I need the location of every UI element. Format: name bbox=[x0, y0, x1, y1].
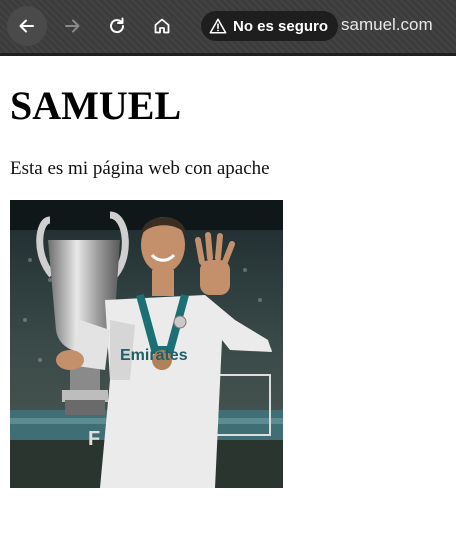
security-label: No es seguro bbox=[233, 17, 329, 35]
back-arrow-icon bbox=[19, 19, 34, 33]
home-icon bbox=[154, 18, 170, 34]
home-button[interactable] bbox=[142, 6, 182, 46]
reload-icon bbox=[110, 17, 125, 34]
sleeve-text: F bbox=[88, 428, 100, 450]
page-title: SAMUEL bbox=[10, 83, 182, 128]
back-button[interactable] bbox=[7, 6, 47, 46]
player-photo: Emirates F bbox=[10, 200, 283, 488]
forward-arrow-icon bbox=[65, 19, 80, 33]
forward-button[interactable] bbox=[52, 6, 92, 46]
warning-icon bbox=[209, 18, 227, 34]
browser-toolbar: No es seguro samuel.com bbox=[0, 0, 456, 56]
reload-button[interactable] bbox=[97, 6, 137, 46]
jersey-sponsor-text: Emirates bbox=[120, 347, 188, 364]
page-paragraph: Esta es mi página web con apache bbox=[10, 158, 270, 179]
site-security-chip[interactable]: No es seguro bbox=[201, 11, 339, 41]
address-bar-url[interactable]: samuel.com bbox=[341, 15, 433, 35]
